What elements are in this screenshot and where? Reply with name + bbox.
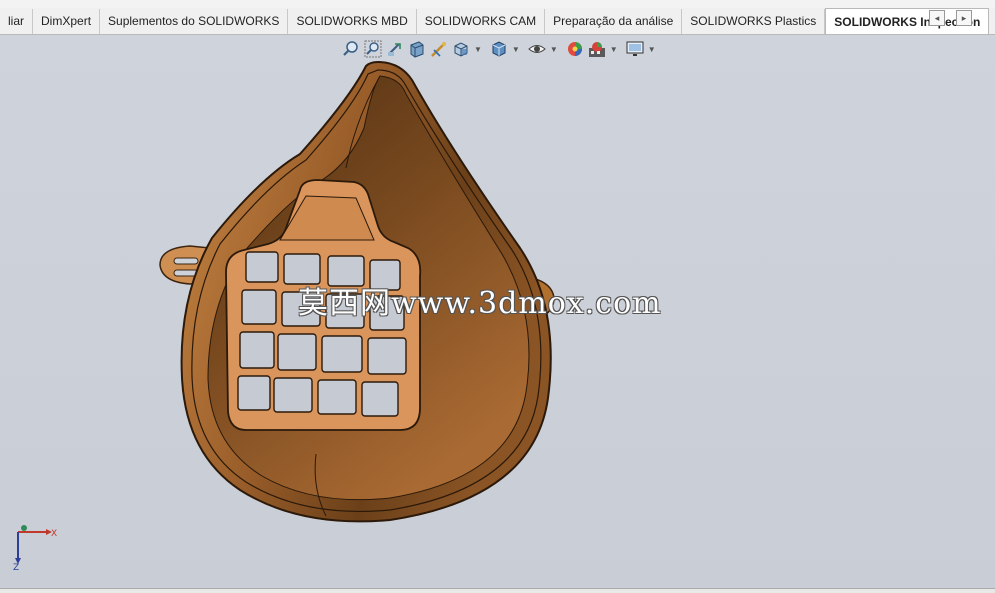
tab-mbd[interactable]: SOLIDWORKS MBD	[288, 9, 417, 34]
chevron-down-icon[interactable]: ▼	[550, 45, 558, 54]
chevron-down-icon[interactable]: ▼	[648, 45, 656, 54]
chevron-down-icon[interactable]: ▼	[474, 45, 482, 54]
watermark-text: 莫西网www.3dmox.com	[298, 286, 662, 321]
status-bar	[0, 588, 995, 593]
display-style-icon[interactable]	[490, 40, 508, 58]
triad-x-label: X	[51, 529, 57, 539]
apply-scene-icon[interactable]	[588, 40, 606, 58]
chevron-down-icon[interactable]: ▼	[610, 45, 618, 54]
previous-view-icon[interactable]	[386, 40, 404, 58]
edit-appearance-icon[interactable]	[566, 40, 584, 58]
tab-liar[interactable]: liar	[0, 9, 34, 34]
tab-dimxpert[interactable]: DimXpert	[33, 9, 101, 34]
hide-show-items-icon[interactable]	[528, 40, 546, 58]
view-orientation-icon[interactable]	[452, 40, 470, 58]
zoom-to-area-icon[interactable]	[364, 40, 382, 58]
reference-triad-icon: X Z	[13, 525, 57, 572]
tab-preparacao[interactable]: Preparação da análise	[545, 9, 683, 34]
command-manager-tabs: liar DimXpert Suplementos do SOLIDWORKS …	[0, 8, 995, 35]
view-settings-icon[interactable]	[626, 40, 644, 58]
tab-suplementos[interactable]: Suplementos do SOLIDWORKS	[100, 9, 289, 34]
chevron-down-icon[interactable]: ▼	[512, 45, 520, 54]
tab-cam[interactable]: SOLIDWORKS CAM	[416, 9, 546, 34]
section-view-icon[interactable]	[408, 40, 426, 58]
tab-scroll-left-button[interactable]: ◂	[929, 10, 945, 26]
tab-scroll-right-button[interactable]: ▸	[956, 10, 972, 26]
triad-z-label: Z	[13, 563, 19, 572]
heads-up-view-toolbar: ▼ ▼ ▼ ▼ ▼	[342, 38, 660, 60]
tab-plastics[interactable]: SOLIDWORKS Plastics	[682, 9, 826, 34]
zoom-to-fit-icon[interactable]	[342, 40, 360, 58]
dynamic-annotation-icon[interactable]	[430, 40, 448, 58]
